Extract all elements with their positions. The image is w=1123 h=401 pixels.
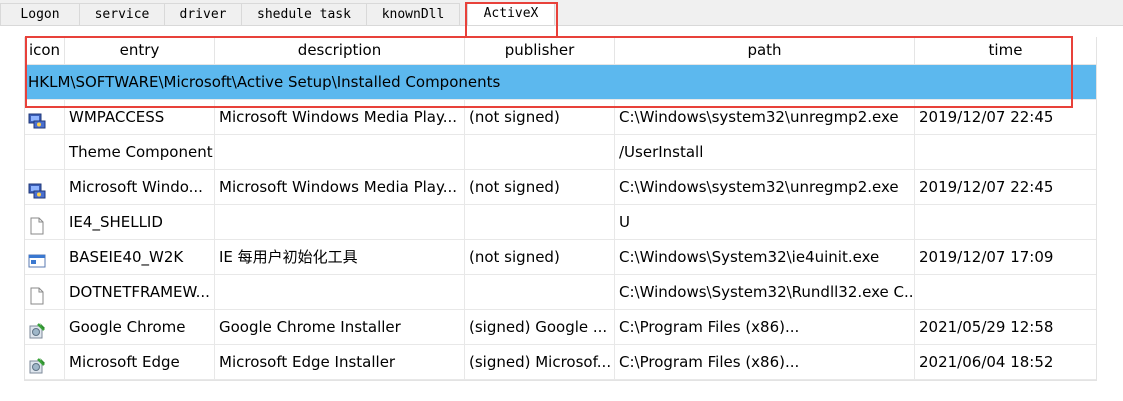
entry-cell: DOTNETFRAMEW... xyxy=(65,275,215,309)
path-cell: C:\Windows\system32\unregmp2.exe xyxy=(615,100,915,134)
column-header-path[interactable]: path xyxy=(615,37,915,64)
table-row[interactable]: Theme Component/UserInstall xyxy=(25,135,1096,170)
time-cell: 2021/05/29 12:58 xyxy=(919,318,1054,336)
time-cell xyxy=(915,205,1096,239)
table-row[interactable]: Microsoft Windo... Microsoft Windows Medi… xyxy=(25,170,1096,205)
icon-cell xyxy=(25,170,65,204)
installer-icon xyxy=(28,353,46,374)
column-header-publisher[interactable]: publisher xyxy=(465,37,615,64)
entry-cell: Google Chrome xyxy=(65,310,215,344)
time-cell xyxy=(915,275,1096,309)
column-header-entry[interactable]: entry xyxy=(65,37,215,64)
path-cell: /UserInstall xyxy=(615,135,915,169)
time-cell: 2021/06/04 18:52 xyxy=(919,353,1054,371)
icon-cell xyxy=(25,310,65,344)
tab-driver[interactable]: driver xyxy=(164,3,242,25)
blank-file-icon xyxy=(28,283,46,305)
time-cell: 2019/12/07 22:45 xyxy=(919,178,1054,196)
group-row[interactable]: HKLM\SOFTWARE\Microsoft\Active Setup\Ins… xyxy=(25,65,1096,100)
publisher-cell xyxy=(465,275,615,309)
description-cell xyxy=(215,135,465,169)
publisher-cell: (not signed) xyxy=(465,240,615,274)
media-player-icon xyxy=(28,178,46,199)
icon-cell xyxy=(25,345,65,379)
entry-cell: Microsoft Edge xyxy=(65,345,215,379)
description-cell: Microsoft Windows Media Play... xyxy=(215,100,465,134)
path-cell: C:\Program Files (x86)... xyxy=(615,345,915,379)
list-header: icon entry description publisher path ti… xyxy=(25,37,1096,65)
entry-cell: Microsoft Windo... xyxy=(65,170,215,204)
publisher-cell: (signed) Microsof... xyxy=(465,345,615,379)
publisher-cell: (not signed) xyxy=(465,170,615,204)
icon-cell xyxy=(25,275,65,309)
description-cell xyxy=(215,275,465,309)
publisher-cell xyxy=(465,205,615,239)
description-cell xyxy=(215,205,465,239)
table-row[interactable]: Google Chrome Google Chrome Installer (sig… xyxy=(25,310,1096,345)
activex-panel: icon entry description publisher path ti… xyxy=(0,26,1123,401)
description-cell: IE 每用户初始化工具 xyxy=(215,240,465,274)
table-row[interactable]: IE4_SHELLID U xyxy=(25,205,1096,240)
icon-cell xyxy=(25,135,65,169)
entry-cell: BASEIE40_W2K xyxy=(65,240,215,274)
tab-strip: Logon service driver shedule task knownD… xyxy=(0,0,1123,27)
column-header-icon[interactable]: icon xyxy=(25,37,65,64)
blank-file-icon xyxy=(28,213,46,235)
description-cell: Microsoft Edge Installer xyxy=(215,345,465,379)
entry-cell: Theme Component xyxy=(65,135,215,169)
table-row[interactable]: Microsoft Edge Microsoft Edge Installer (s… xyxy=(25,345,1096,380)
entry-cell: IE4_SHELLID xyxy=(65,205,215,239)
table-row[interactable]: DOTNETFRAMEW... C:\Windows\System32\Rundl… xyxy=(25,275,1096,310)
tab-shedule-task[interactable]: shedule task xyxy=(241,3,367,25)
publisher-cell: (signed) Google ... xyxy=(465,310,615,344)
window-app-icon xyxy=(28,248,46,268)
tab-activex[interactable]: ActiveX xyxy=(467,2,555,27)
group-label: HKLM\SOFTWARE\Microsoft\Active Setup\Ins… xyxy=(28,73,501,91)
path-cell: U xyxy=(615,205,915,239)
media-player-icon xyxy=(28,108,46,129)
tab-logon[interactable]: Logon xyxy=(0,3,80,25)
tab-service[interactable]: service xyxy=(79,3,165,25)
time-cell xyxy=(915,135,1096,169)
publisher-cell xyxy=(465,135,615,169)
column-header-time[interactable]: time xyxy=(915,37,1096,64)
icon-cell xyxy=(25,100,65,134)
publisher-cell: (not signed) xyxy=(465,100,615,134)
tab-knowndll[interactable]: knownDll xyxy=(366,3,460,25)
path-cell: C:\Program Files (x86)... xyxy=(615,310,915,344)
path-cell: C:\Windows\System32\Rundll32.exe C... xyxy=(615,275,915,309)
icon-cell xyxy=(25,205,65,239)
time-cell: 2019/12/07 22:45 xyxy=(919,108,1054,126)
table-row[interactable]: WMPACCESS Microsoft Windows Media Play...… xyxy=(25,100,1096,135)
table-row[interactable]: BASEIE40_W2K IE 每用户初始化工具 (not signed) C:\Wi… xyxy=(25,240,1096,275)
path-cell: C:\Windows\System32\ie4uinit.exe xyxy=(615,240,915,274)
autoruns-list[interactable]: icon entry description publisher path ti… xyxy=(24,37,1097,381)
description-cell: Google Chrome Installer xyxy=(215,310,465,344)
path-cell: C:\Windows\system32\unregmp2.exe xyxy=(615,170,915,204)
installer-icon xyxy=(28,318,46,339)
icon-cell xyxy=(25,240,65,274)
column-header-description[interactable]: description xyxy=(215,37,465,64)
description-cell: Microsoft Windows Media Play... xyxy=(215,170,465,204)
time-cell: 2019/12/07 17:09 xyxy=(919,248,1054,266)
entry-cell: WMPACCESS xyxy=(65,100,215,134)
